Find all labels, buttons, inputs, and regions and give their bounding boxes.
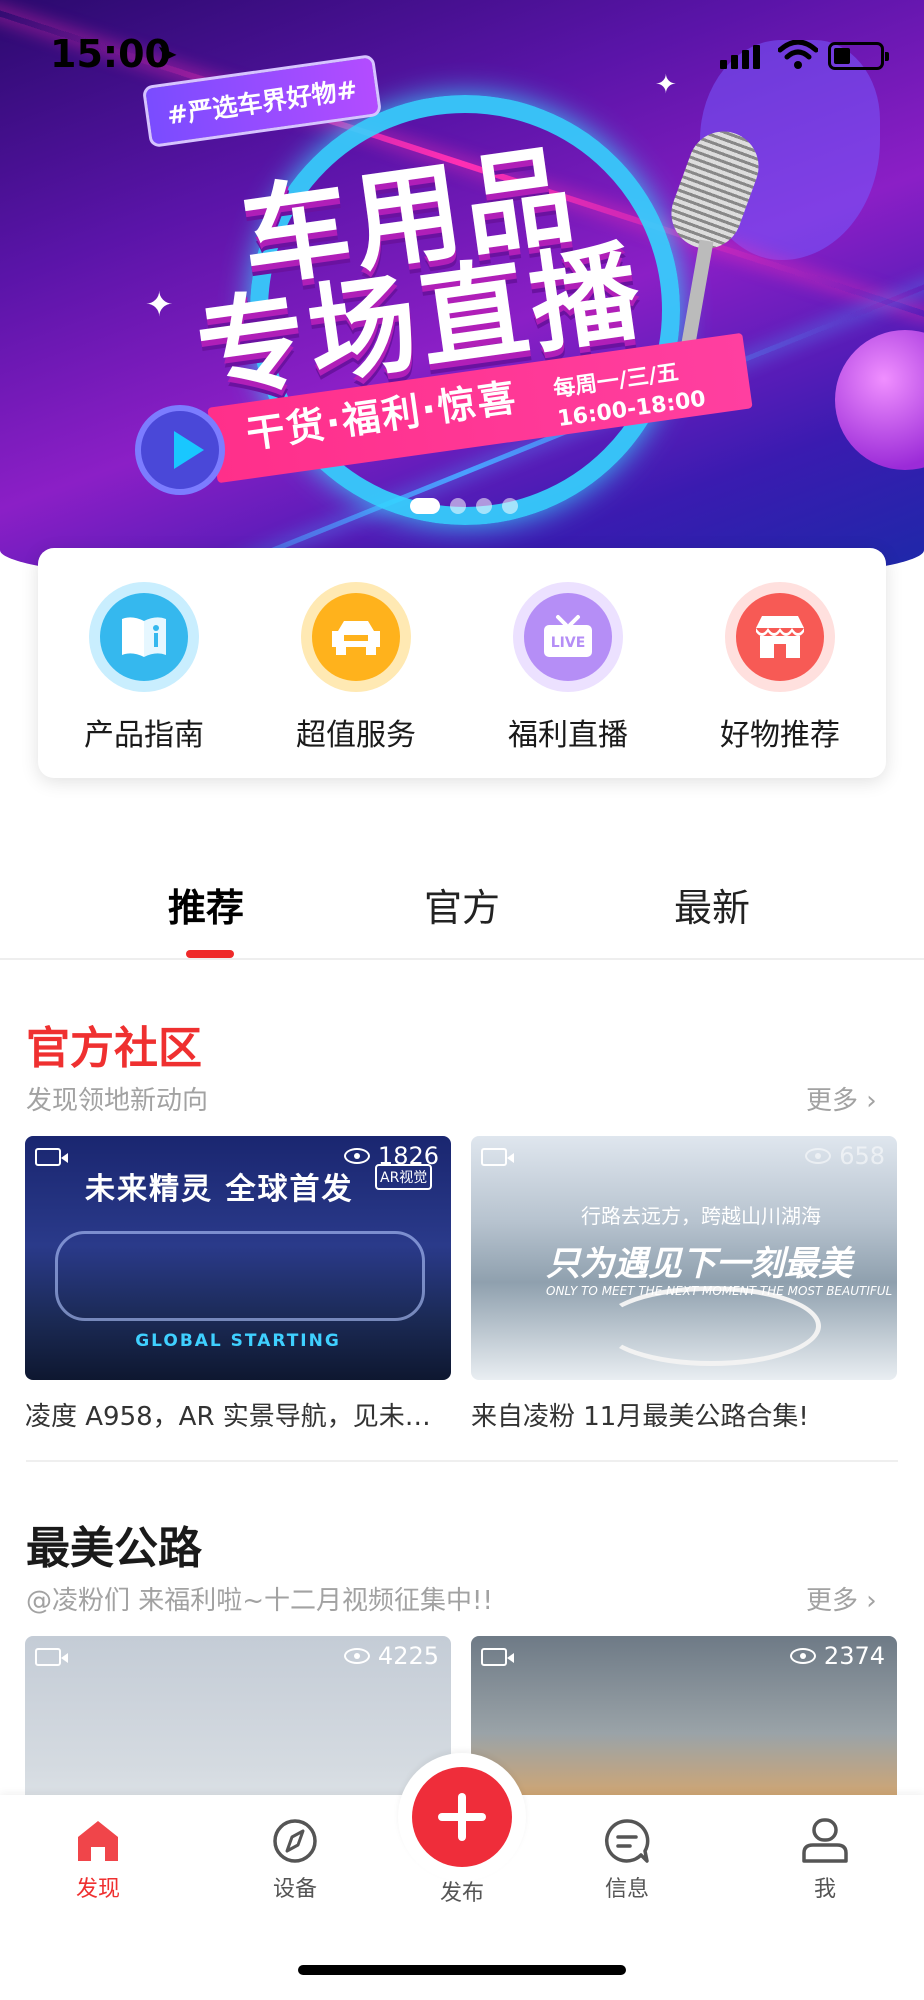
status-time: 15:00 <box>50 32 171 76</box>
more-label: 更多 <box>806 1586 859 1616</box>
view-count-value: 658 <box>839 1142 885 1170</box>
tab-active-indicator <box>186 950 234 958</box>
eye-icon <box>789 1648 816 1664</box>
status-bar: 15:00 ➤ <box>0 0 924 100</box>
quick-entries-card: 产品指南 超值服务 LIVE 福利直播 好物推荐 <box>38 548 886 778</box>
eye-icon <box>343 1648 370 1664</box>
view-count-value: 2374 <box>823 1642 885 1670</box>
nav-label: 发现 <box>75 1877 120 1902</box>
section-subtitle: 发现领地新动向 <box>26 1086 209 1116</box>
eye-icon <box>805 1148 832 1164</box>
eye-icon <box>343 1148 370 1164</box>
shop-icon <box>725 582 835 692</box>
home-indicator <box>298 1965 626 1975</box>
sparkle-icon: ✦ <box>145 285 174 325</box>
quick-entry-label: 产品指南 <box>84 718 204 753</box>
view-count: 4225 <box>343 1642 439 1670</box>
nav-label: 信息 <box>604 1877 649 1902</box>
video-camera-icon <box>481 1148 514 1166</box>
battery-icon <box>828 42 889 70</box>
card-image-graphic <box>55 1231 425 1321</box>
svg-text:LIVE: LIVE <box>551 635 586 651</box>
video-card[interactable]: 行路去远方，跨越山川湖海 只为遇见下一刻最美 ONLY TO MEET THE … <box>471 1136 897 1380</box>
nav-discover[interactable]: 发现 <box>38 1817 158 1903</box>
video-camera-icon <box>35 1648 68 1666</box>
section-subtitle: @凌粉们 来福利啦~十二月视频征集中!! <box>26 1586 493 1616</box>
card-image-line3: ONLY TO MEET THE NEXT MOMENT THE MOST BE… <box>546 1284 893 1298</box>
wifi-icon <box>778 40 818 69</box>
carousel-dots <box>410 498 518 514</box>
quick-entry-welfare-live[interactable]: LIVE 福利直播 <box>478 582 658 778</box>
quick-entry-good-picks[interactable]: 好物推荐 <box>690 582 870 778</box>
card-image-graphic <box>601 1286 821 1366</box>
view-count: 1826 <box>343 1142 439 1170</box>
location-arrow-icon: ➤ <box>156 40 178 70</box>
more-link[interactable]: 更多 › <box>806 1080 877 1117</box>
nav-messages[interactable]: 信息 <box>567 1817 687 1903</box>
quick-entry-label: 好物推荐 <box>720 718 840 753</box>
content-tabs: 推荐 官方 最新 <box>0 855 924 960</box>
more-label: 更多 <box>806 1086 859 1116</box>
nav-label: 我 <box>813 1877 836 1902</box>
view-count-value: 4225 <box>377 1642 439 1670</box>
view-count: 658 <box>805 1142 885 1170</box>
carousel-dot[interactable] <box>502 498 518 514</box>
section-divider <box>26 1460 898 1462</box>
planet-decoration <box>835 330 924 470</box>
message-icon <box>604 1819 650 1863</box>
nav-label: 设备 <box>272 1877 317 1902</box>
carousel-dot[interactable] <box>410 498 440 514</box>
nav-device[interactable]: 设备 <box>235 1817 355 1903</box>
user-icon <box>802 1818 848 1863</box>
play-icon[interactable] <box>135 405 225 495</box>
bottom-nav: 发现 设备 发布 信息 我 <box>0 1753 924 2000</box>
quick-entry-value-service[interactable]: 超值服务 <box>266 582 446 778</box>
video-camera-icon <box>35 1148 68 1166</box>
tab-official[interactable]: 官方 <box>424 877 500 932</box>
carousel-dot[interactable] <box>450 498 466 514</box>
card-image-line2: 只为遇见下一刻最美 <box>546 1244 852 1284</box>
quick-entry-product-guide[interactable]: 产品指南 <box>54 582 234 778</box>
chevron-right-icon: › <box>866 1086 877 1116</box>
carousel-dot[interactable] <box>476 498 492 514</box>
card-image-title: 未来精灵 全球首发 <box>85 1172 354 1207</box>
car-icon <box>301 582 411 692</box>
card-image-footer: GLOBAL STARTING <box>135 1331 341 1351</box>
nav-me[interactable]: 我 <box>765 1817 885 1903</box>
quick-entry-label: 超值服务 <box>296 718 416 753</box>
section-title-beautiful-roads: 最美公路 <box>26 1523 202 1574</box>
plus-icon <box>412 1767 512 1867</box>
more-link[interactable]: 更多 › <box>806 1580 877 1617</box>
tab-latest[interactable]: 最新 <box>674 877 750 932</box>
book-info-icon <box>89 582 199 692</box>
nav-label: 发布 <box>439 1881 484 1906</box>
section-title-official-community: 官方社区 <box>26 1023 202 1074</box>
microphone-stand <box>680 239 714 351</box>
home-icon <box>78 1821 118 1861</box>
card-caption[interactable]: 凌度 A958，AR 实景导航，见未… <box>25 1396 445 1433</box>
quick-entry-label: 福利直播 <box>508 718 628 753</box>
live-tv-icon: LIVE <box>513 582 623 692</box>
view-count: 2374 <box>789 1642 885 1670</box>
view-count-value: 1826 <box>377 1142 439 1170</box>
cellular-signal-icon <box>720 45 760 69</box>
publish-button[interactable] <box>398 1753 526 1881</box>
tab-recommend[interactable]: 推荐 <box>168 877 244 932</box>
chevron-right-icon: › <box>866 1586 877 1616</box>
video-camera-icon <box>481 1648 514 1666</box>
card-caption[interactable]: 来自凌粉 11月最美公路合集! <box>471 1396 891 1433</box>
compass-icon <box>273 1819 317 1863</box>
card-image-line1: 行路去远方，跨越山川湖海 <box>581 1204 821 1228</box>
video-card[interactable]: 未来精灵 全球首发 AR视觉 GLOBAL STARTING 1826 <box>25 1136 451 1380</box>
